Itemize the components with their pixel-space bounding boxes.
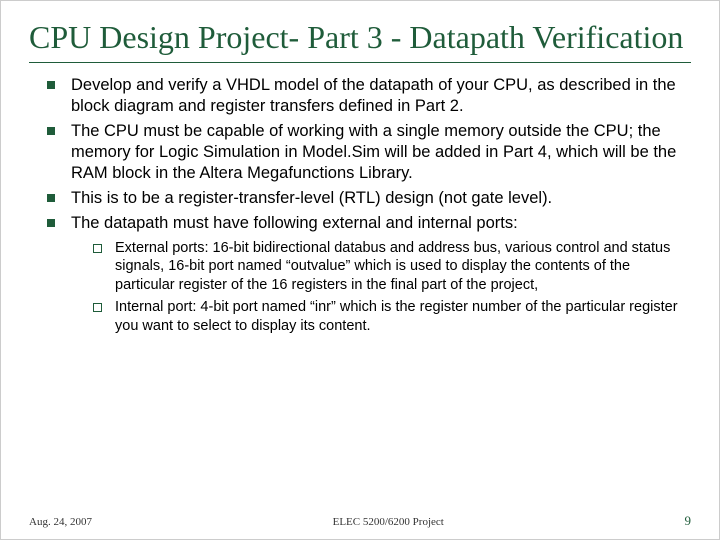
sub-bullet-list: External ports: 16-bit bidirectional dat… (71, 239, 691, 336)
sub-bullet-item: External ports: 16-bit bidirectional dat… (93, 239, 691, 295)
slide-title: CPU Design Project- Part 3 - Datapath Ve… (29, 19, 691, 63)
bullet-item: This is to be a register-transfer-level … (47, 188, 691, 209)
bullet-text: The datapath must have following externa… (71, 214, 518, 232)
slide: CPU Design Project- Part 3 - Datapath Ve… (1, 1, 719, 335)
footer-center: ELEC 5200/6200 Project (333, 516, 444, 528)
footer-date: Aug. 24, 2007 (29, 516, 92, 528)
footer-page-number: 9 (684, 513, 691, 529)
sub-bullet-item: Internal port: 4-bit port named “inr” wh… (93, 298, 691, 335)
footer: Aug. 24, 2007 ELEC 5200/6200 Project 9 (1, 513, 719, 529)
bullet-item: The CPU must be capable of working with … (47, 121, 691, 184)
bullet-item: The datapath must have following externa… (47, 213, 691, 335)
bullet-list: Develop and verify a VHDL model of the d… (29, 75, 691, 336)
bullet-item: Develop and verify a VHDL model of the d… (47, 75, 691, 117)
